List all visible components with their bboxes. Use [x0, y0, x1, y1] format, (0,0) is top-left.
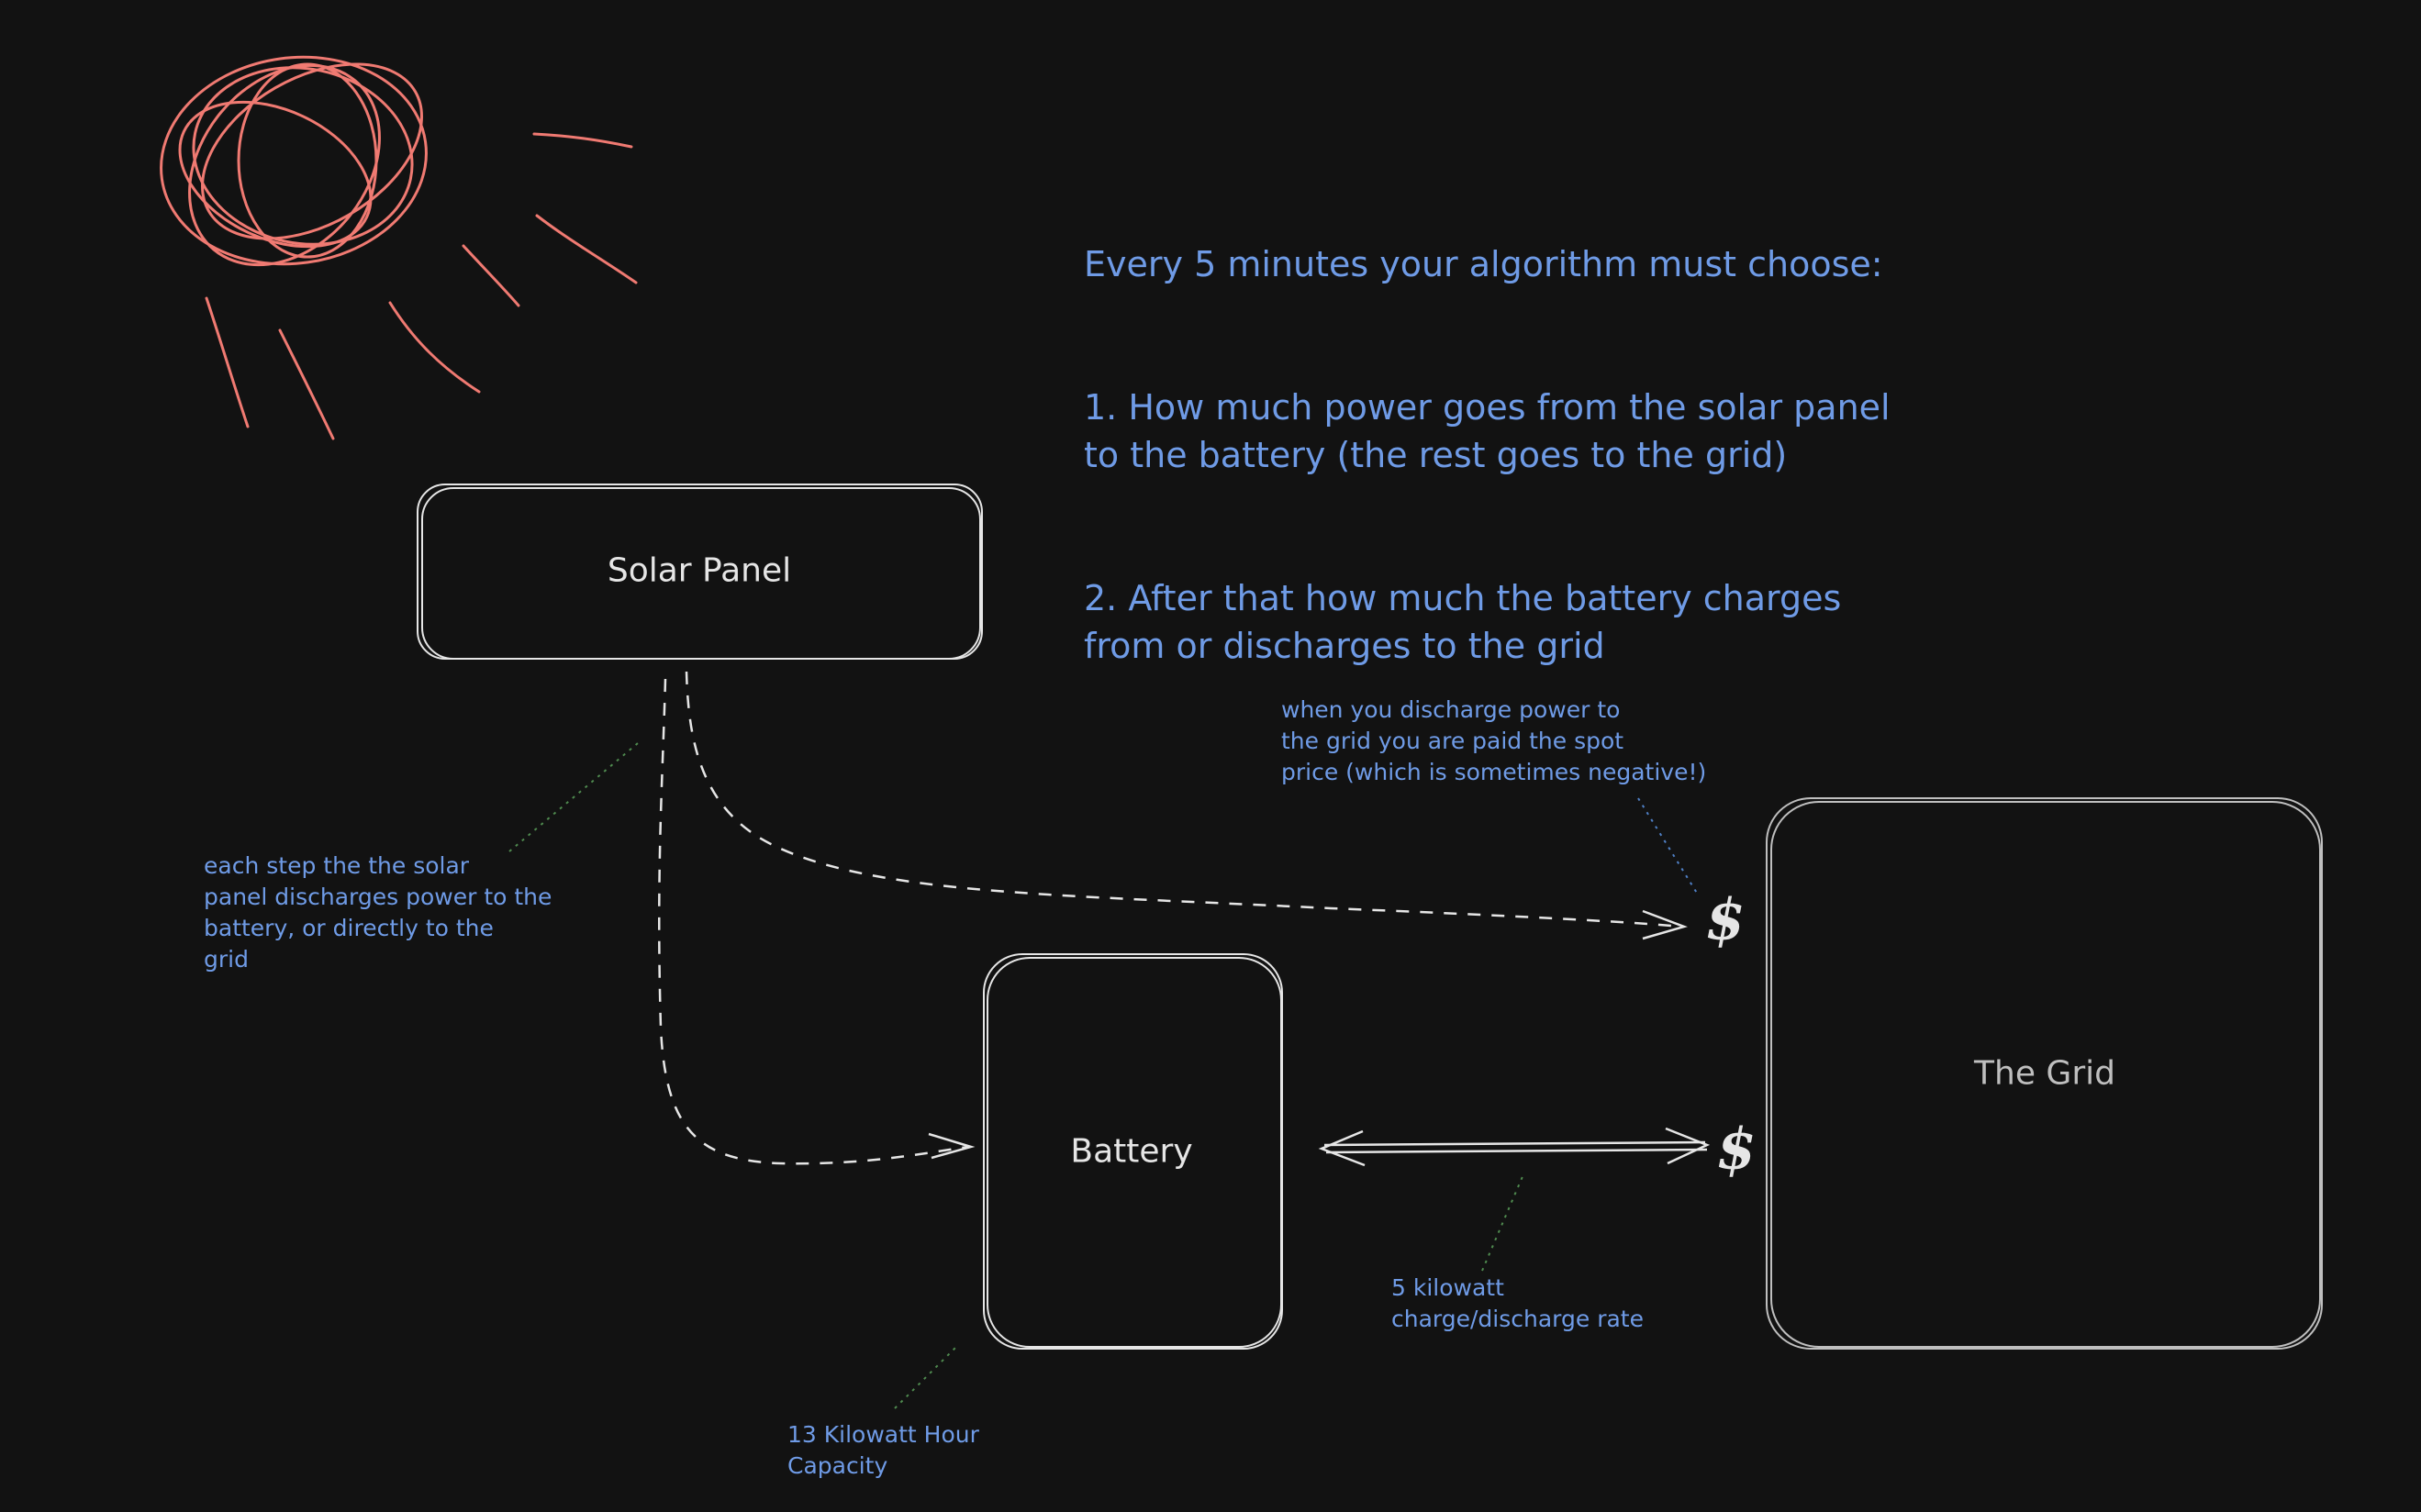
sun-icon — [160, 55, 638, 440]
rate-leader — [1481, 1173, 1524, 1272]
top-dollar-sign: $ — [1705, 885, 1746, 953]
bottom-dollar-sign: $ — [1716, 1115, 1757, 1183]
solar-step-note: each step the the solar panel discharges… — [204, 852, 552, 973]
instructions-block: Every 5 minutes your algorithm must choo… — [1084, 193, 2002, 717]
grid-label: The Grid — [1974, 1054, 2115, 1093]
instructions-item-2: 2. After that how much the battery charg… — [1084, 578, 1842, 666]
solar-to-battery-arrow — [658, 678, 976, 1165]
solar-note-leader — [508, 742, 639, 852]
capacity-leader — [894, 1343, 960, 1409]
spot-price-leader — [1637, 797, 1699, 895]
instructions-title: Every 5 minutes your algorithm must choo… — [1084, 244, 1883, 284]
capacity-note: 13 Kilowatt Hour Capacity — [787, 1421, 979, 1479]
spot-price-note: when you discharge power to the grid you… — [1281, 696, 1707, 785]
battery-label: Battery — [1070, 1132, 1193, 1171]
instructions-item-1: 1. How much power goes from the solar pa… — [1084, 387, 1891, 475]
solar-panel-label: Solar Panel — [607, 551, 792, 590]
rate-note: 5 kilowatt charge/discharge rate — [1391, 1274, 1644, 1332]
battery-grid-double-arrow — [1318, 1127, 1711, 1167]
